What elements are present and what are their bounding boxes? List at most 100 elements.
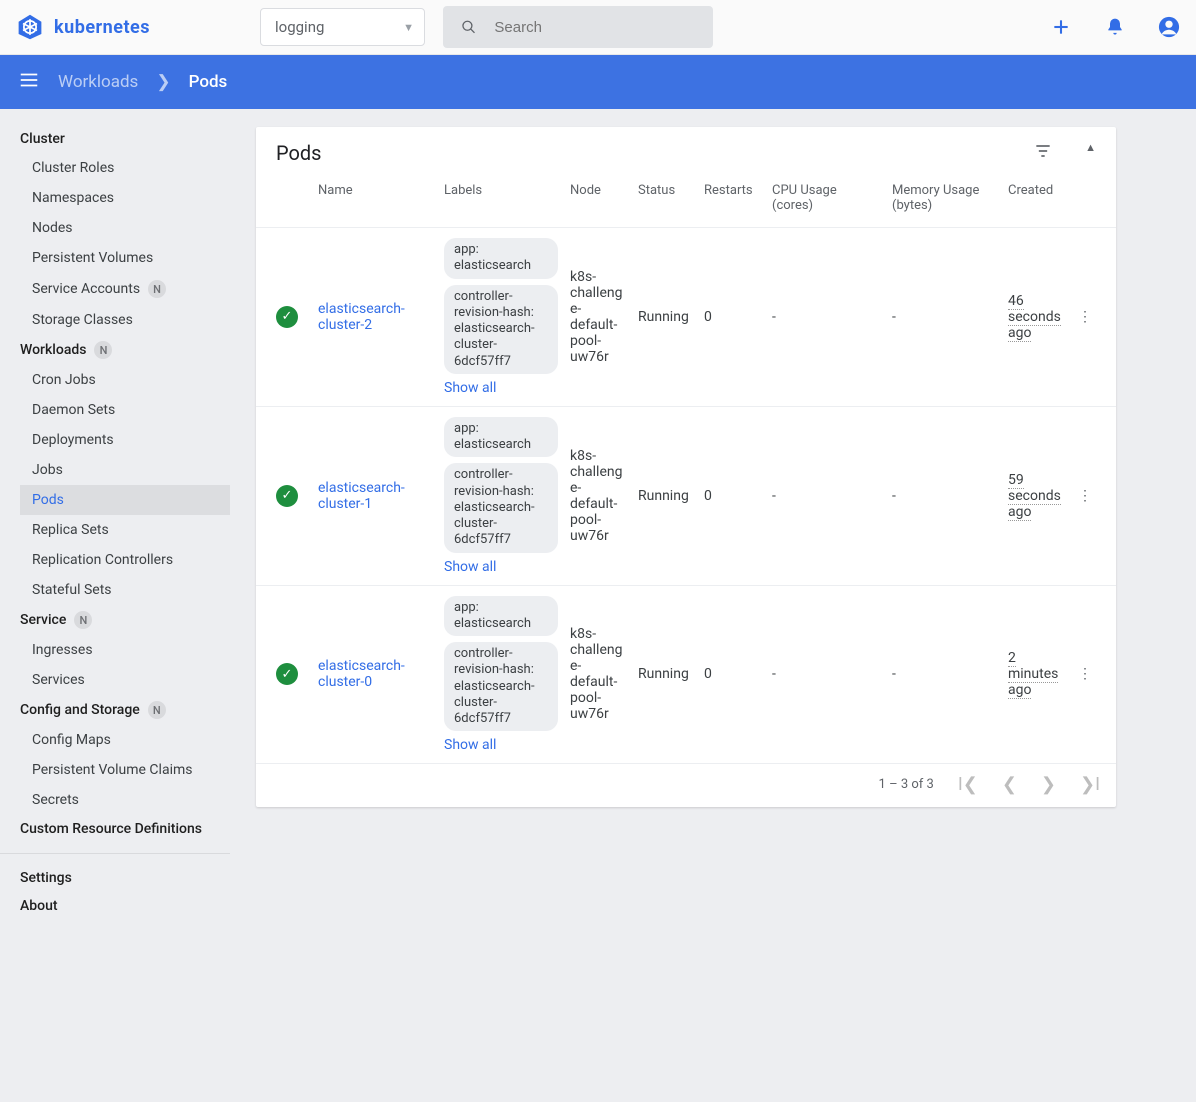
cell-cpu: - [766, 406, 886, 585]
create-button[interactable] [1050, 16, 1072, 38]
cell-created: 2 minutes ago [1008, 650, 1058, 699]
show-all-labels[interactable]: Show all [444, 737, 496, 753]
sidebar-section-cluster[interactable]: Cluster [0, 125, 238, 153]
row-actions-button[interactable]: ⋮ [1078, 488, 1092, 504]
pod-name-link[interactable]: elasticsearch-cluster-1 [318, 480, 405, 512]
sidebar-item-stateful-sets[interactable]: Stateful Sets [0, 575, 238, 605]
row-actions-button[interactable]: ⋮ [1078, 666, 1092, 682]
sidebar-item-replication-controllers[interactable]: Replication Controllers [0, 545, 238, 575]
pods-card: Pods ▲ Name La [256, 127, 1116, 807]
sidebar-item-services[interactable]: Services [0, 665, 238, 695]
user-circle-icon [1158, 16, 1180, 38]
status-ok-icon: ✓ [276, 485, 298, 507]
breadcrumb-bar: Workloads ❯ Pods [0, 55, 1196, 109]
sidebar-item-crd[interactable]: Custom Resource Definitions [0, 815, 238, 843]
namespace-select[interactable]: logging ▼ [260, 8, 425, 46]
notifications-button[interactable] [1104, 16, 1126, 38]
sidebar-item-deployments[interactable]: Deployments [0, 425, 238, 455]
sidebar-item-persistent-volumes[interactable]: Persistent Volumes [0, 243, 238, 273]
badge-n: N [148, 701, 166, 719]
show-all-labels[interactable]: Show all [444, 380, 496, 396]
sidebar-item-replica-sets[interactable]: Replica Sets [0, 515, 238, 545]
cell-mem: - [886, 406, 1002, 585]
sidebar-item-cron-jobs[interactable]: Cron Jobs [0, 365, 238, 395]
cell-mem: - [886, 228, 1002, 407]
menu-button[interactable] [18, 69, 40, 96]
sidebar-item-pvc[interactable]: Persistent Volume Claims [0, 755, 238, 785]
sidebar-item-pods[interactable]: Pods [20, 485, 230, 515]
label-chip: app: elasticsearch [444, 596, 558, 637]
sidebar-item-jobs[interactable]: Jobs [0, 455, 238, 485]
show-all-labels[interactable]: Show all [444, 559, 496, 575]
sidebar-item-settings[interactable]: Settings [0, 864, 238, 892]
sidebar-item-daemon-sets[interactable]: Daemon Sets [0, 395, 238, 425]
account-button[interactable] [1158, 16, 1180, 38]
hamburger-icon [18, 69, 40, 91]
logo[interactable]: kubernetes [16, 13, 260, 41]
sidebar-item-about[interactable]: About [0, 892, 238, 920]
col-name[interactable]: Name [312, 175, 438, 228]
col-node[interactable]: Node [564, 175, 632, 228]
page-next-button[interactable]: ❯ [1041, 774, 1056, 795]
top-icons [1050, 16, 1180, 38]
kubernetes-logo-icon [16, 13, 44, 41]
card-title: Pods [276, 141, 322, 165]
label-chip: controller-revision-hash: elasticsearch-… [444, 642, 558, 731]
pagination: 1 – 3 of 3 I❮ ❮ ❯ ❯I [256, 764, 1116, 807]
pagination-range: 1 – 3 of 3 [879, 777, 934, 792]
page-last-button[interactable]: ❯I [1080, 774, 1100, 795]
badge-n: N [94, 341, 112, 359]
sidebar-item-cluster-roles[interactable]: Cluster Roles [0, 153, 238, 183]
cell-cpu: - [766, 228, 886, 407]
col-created[interactable]: Created [1002, 175, 1072, 228]
col-status[interactable]: Status [632, 175, 698, 228]
sidebar: Cluster Cluster Roles Namespaces Nodes P… [0, 109, 238, 920]
label-chip: controller-revision-hash: elasticsearch-… [444, 285, 558, 374]
page-prev-button[interactable]: ❮ [1002, 774, 1017, 795]
cell-status: Running [632, 585, 698, 764]
app-name: kubernetes [54, 17, 150, 38]
col-restarts[interactable]: Restarts [698, 175, 766, 228]
pod-name-link[interactable]: elasticsearch-cluster-0 [318, 658, 405, 690]
sidebar-item-nodes[interactable]: Nodes [0, 213, 238, 243]
pod-name-link[interactable]: elasticsearch-cluster-2 [318, 301, 405, 333]
table-row: ✓ elasticsearch-cluster-1 app: elasticsear… [256, 406, 1116, 585]
sidebar-item-ingresses[interactable]: Ingresses [0, 635, 238, 665]
pods-table: Name Labels Node Status Restarts CPU Usa… [256, 175, 1116, 764]
table-row: ✓elasticsearch-cluster-2app: elasticsear… [256, 228, 1116, 407]
search-input[interactable] [494, 19, 695, 36]
filter-button[interactable] [1033, 141, 1053, 165]
cell-restarts: 0 [698, 228, 766, 407]
card-header: Pods ▲ [256, 127, 1116, 175]
cell-restarts: 0 [698, 585, 766, 764]
plus-icon [1051, 17, 1071, 37]
status-ok-icon: ✓ [276, 663, 298, 685]
sort-toggle[interactable]: ▲ [1085, 141, 1096, 165]
sidebar-item-service-accounts[interactable]: Service Accounts N [0, 273, 238, 305]
sidebar-item-config-maps[interactable]: Config Maps [0, 725, 238, 755]
page-first-button[interactable]: I❮ [958, 774, 978, 795]
cell-node: k8s-challenge-default-pool-uw76r [564, 406, 632, 585]
breadcrumb-current: Pods [189, 72, 228, 92]
cell-cpu: - [766, 585, 886, 764]
searchbar[interactable] [443, 6, 713, 48]
cell-mem: - [886, 585, 1002, 764]
col-mem[interactable]: Memory Usage (bytes) [886, 175, 1002, 228]
col-labels[interactable]: Labels [438, 175, 564, 228]
sidebar-item-storage-classes[interactable]: Storage Classes [0, 305, 238, 335]
badge-n: N [148, 280, 166, 298]
sidebar-item-secrets[interactable]: Secrets [0, 785, 238, 815]
sidebar-section-config[interactable]: Config and Storage N [0, 695, 238, 725]
row-actions-button[interactable]: ⋮ [1078, 309, 1092, 325]
cell-created: 46 seconds ago [1008, 293, 1061, 342]
label-chip: app: elasticsearch [444, 417, 558, 458]
cell-status: Running [632, 228, 698, 407]
sidebar-section-workloads[interactable]: Workloads N [0, 335, 238, 365]
sidebar-section-service[interactable]: Service N [0, 605, 238, 635]
breadcrumb-parent[interactable]: Workloads [58, 72, 138, 92]
search-icon [461, 18, 476, 36]
main: Pods ▲ Name La [238, 109, 1196, 920]
col-cpu[interactable]: CPU Usage (cores) [766, 175, 886, 228]
label-chip: app: elasticsearch [444, 238, 558, 279]
sidebar-item-namespaces[interactable]: Namespaces [0, 183, 238, 213]
